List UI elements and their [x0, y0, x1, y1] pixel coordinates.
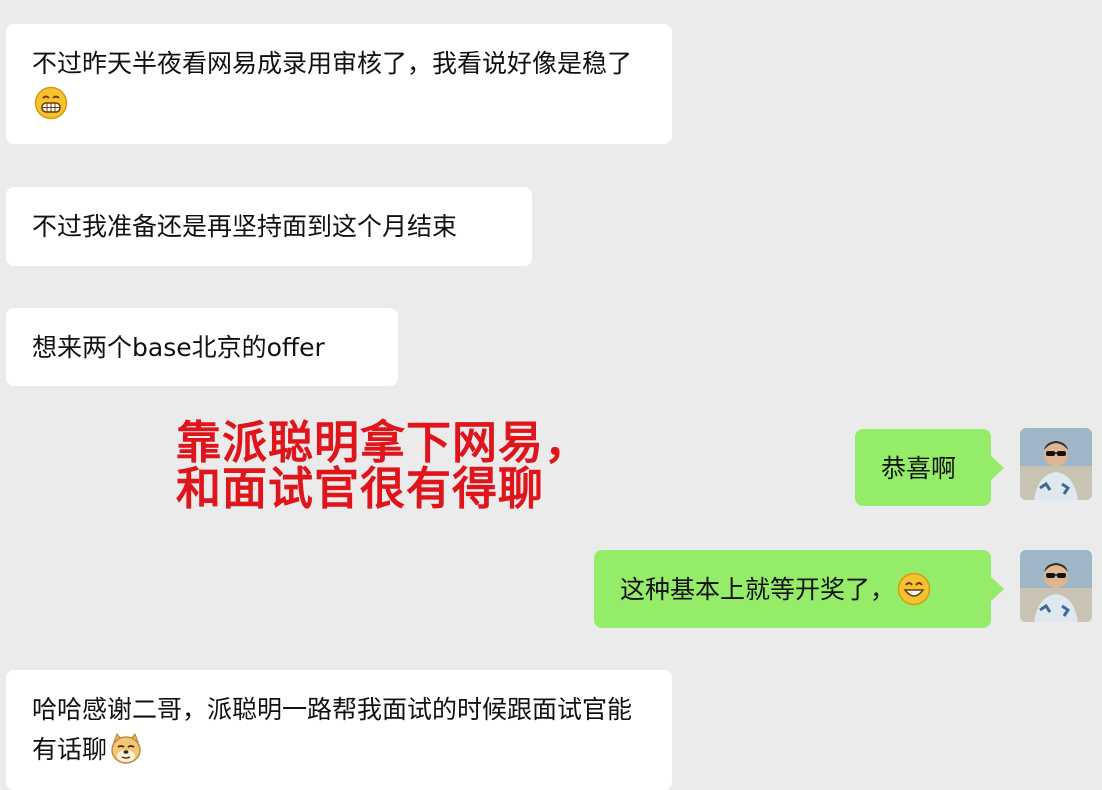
- avatar[interactable]: [1020, 550, 1092, 622]
- message-text: 这种基本上就等开奖了，: [620, 575, 896, 604]
- chat-bubble-incoming[interactable]: 哈哈感谢二哥，派聪明一路帮我面试的时候跟面试官能有话聊: [6, 670, 672, 790]
- message-text: 不过昨天半夜看网易成录用审核了，我看说好像是稳了: [32, 49, 633, 78]
- red-overlay-caption: 靠派聪明拿下网易， 和面试官很有得聊: [176, 420, 590, 512]
- grinning-face-emoji-icon: [34, 86, 68, 120]
- avatar[interactable]: [1020, 428, 1092, 500]
- chat-bubble-outgoing[interactable]: 恭喜啊: [855, 429, 1004, 506]
- message-text: 不过我准备还是再坚持面到这个月结束: [32, 212, 458, 241]
- doge-emoji-icon: [109, 732, 143, 766]
- chat-bubble-incoming[interactable]: 不过昨天半夜看网易成录用审核了，我看说好像是稳了: [6, 24, 672, 144]
- smiling-face-emoji-icon: [897, 572, 931, 606]
- chat-bubble-incoming[interactable]: 不过我准备还是再坚持面到这个月结束: [6, 187, 532, 266]
- message-text: 恭喜啊: [881, 454, 957, 483]
- overlay-line-1: 靠派聪明拿下网易，: [176, 416, 591, 469]
- message-text: 想来两个base北京的offer: [32, 333, 325, 362]
- chat-bubble-incoming[interactable]: 想来两个base北京的offer: [6, 308, 398, 386]
- chat-bubble-outgoing[interactable]: 这种基本上就等开奖了，: [594, 550, 1004, 628]
- overlay-line-2: 和面试官很有得聊: [176, 462, 545, 515]
